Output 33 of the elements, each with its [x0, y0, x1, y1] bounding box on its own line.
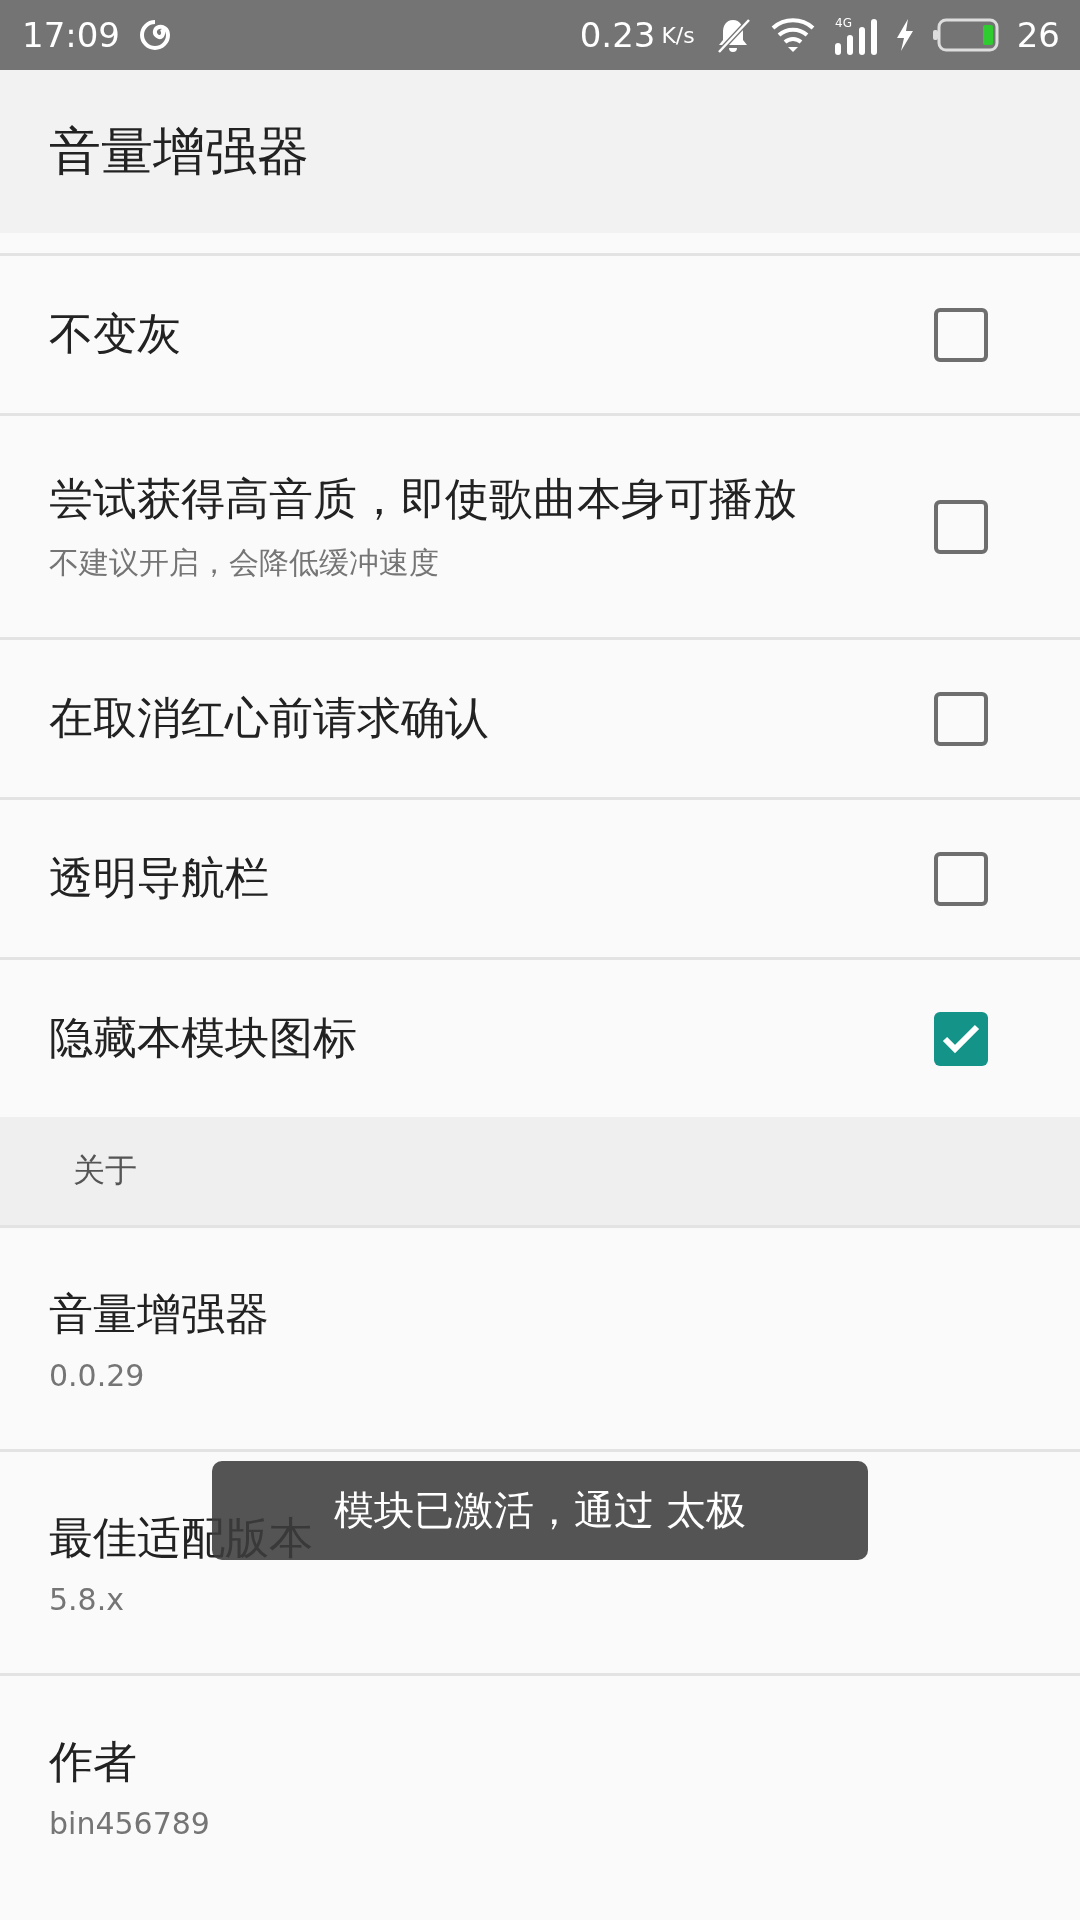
- setting-title: 尝试获得高音质，即使歌曲本身可播放: [49, 471, 797, 526]
- battery-icon: [932, 18, 999, 52]
- swirl-icon: [138, 18, 172, 52]
- setting-summary: 不建议开启，会降低缓冲速度: [49, 543, 439, 582]
- info-summary: bin456789: [49, 1805, 210, 1841]
- checkbox[interactable]: [934, 499, 988, 554]
- setting-row[interactable]: 在取消红心前请求确认: [0, 637, 1080, 797]
- info-summary: 5.8.x: [49, 1581, 124, 1617]
- setting-row[interactable]: 尝试获得高音质，即使歌曲本身可播放 不建议开启，会降低缓冲速度: [0, 413, 1080, 637]
- info-row[interactable]: 作者 bin456789: [0, 1673, 1080, 1897]
- battery-percentage: 26: [1016, 15, 1060, 55]
- app-title: 音量增强器: [49, 119, 309, 183]
- setting-title: 隐藏本模块图标: [49, 1011, 357, 1065]
- checkbox[interactable]: [934, 851, 988, 906]
- setting-row[interactable]: 不变灰: [0, 253, 1080, 413]
- charging-icon: [894, 18, 915, 52]
- clock: 17:09: [22, 15, 120, 55]
- category-title: 关于: [73, 1150, 137, 1191]
- setting-title: 在取消红心前请求确认: [49, 691, 489, 745]
- info-summary: 0.0.29: [49, 1357, 145, 1393]
- setting-title: 不变灰: [49, 307, 181, 361]
- wifi-icon: [770, 16, 815, 54]
- network-speed: 0.23: [579, 15, 656, 55]
- setting-row[interactable]: 透明导航栏: [0, 797, 1080, 957]
- checkmark-icon: [942, 1023, 980, 1054]
- info-title: 音量增强器: [49, 1286, 269, 1341]
- info-title: 作者: [49, 1734, 137, 1789]
- info-row[interactable]: 音量增强器 0.0.29: [0, 1225, 1080, 1449]
- checkbox[interactable]: [934, 307, 988, 362]
- setting-title: 透明导航栏: [49, 851, 269, 905]
- checkbox[interactable]: [934, 1011, 988, 1066]
- checkbox[interactable]: [934, 691, 988, 746]
- speed-unit: K/s: [661, 22, 695, 48]
